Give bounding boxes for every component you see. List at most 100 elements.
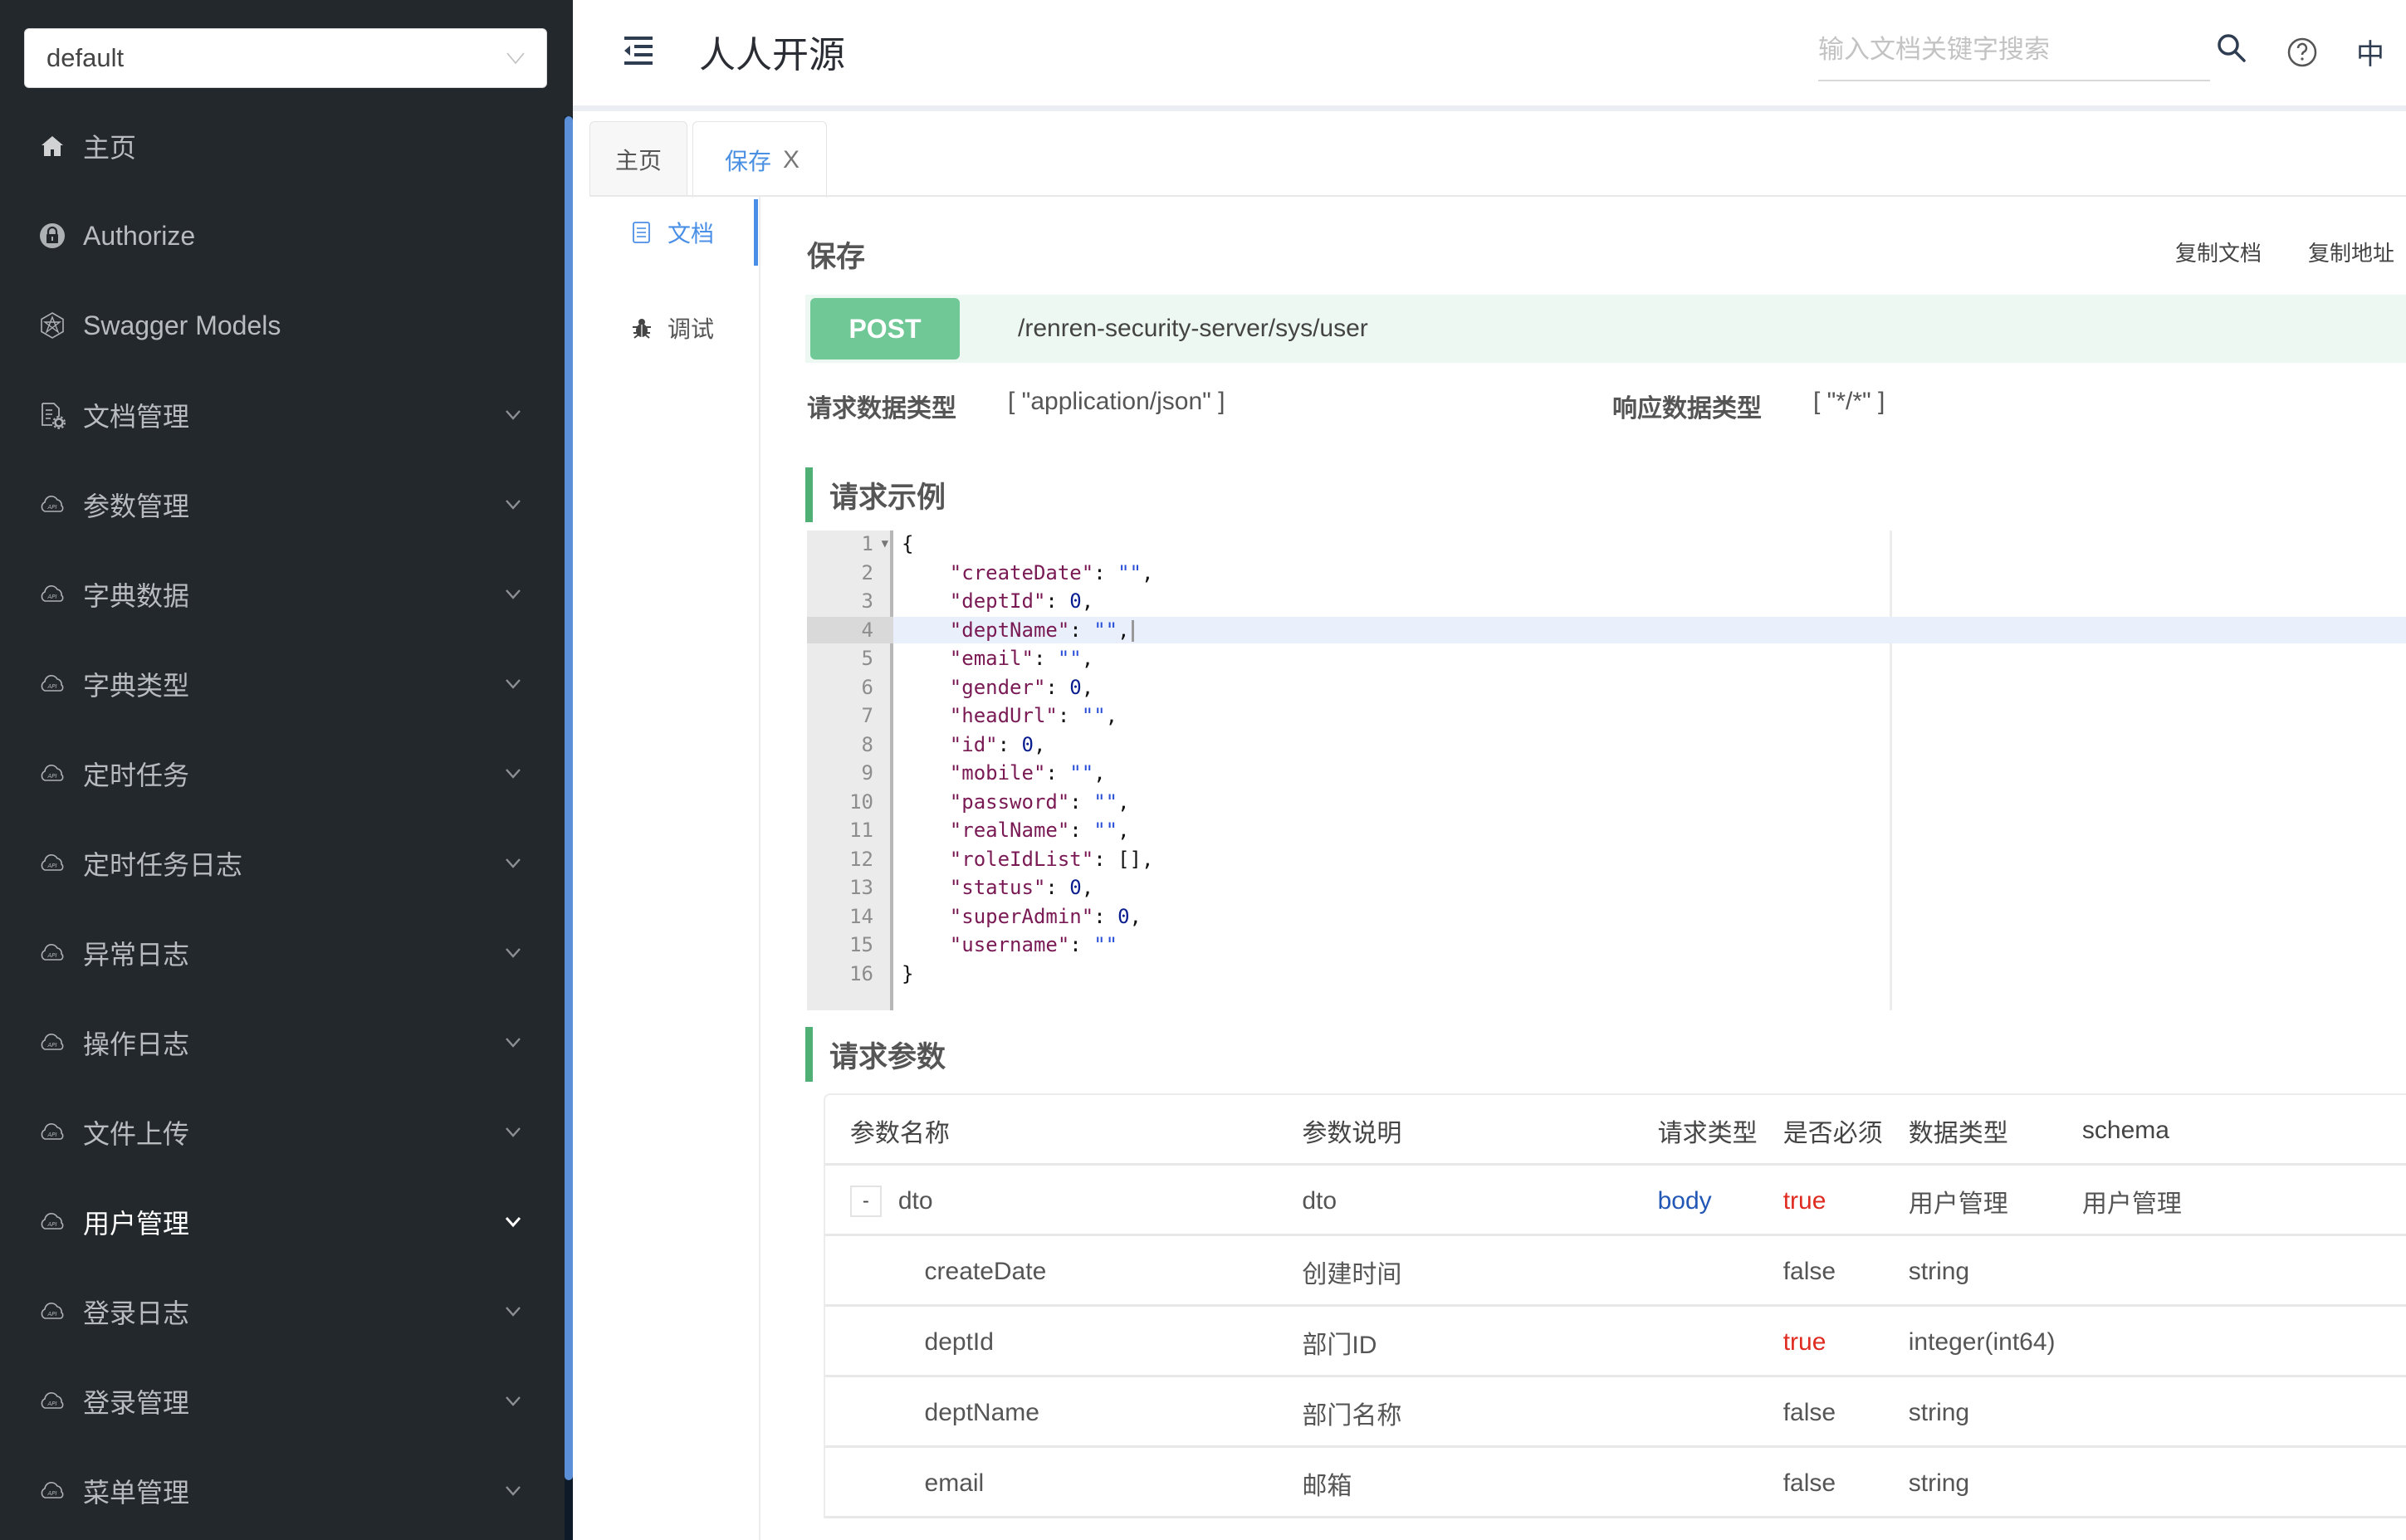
copy-doc-button[interactable]: 复制文档: [2175, 237, 2262, 267]
code-text: "password": "",: [949, 790, 1130, 814]
line-number: 14: [849, 904, 873, 928]
json-key: "username": [949, 933, 1070, 956]
bug-icon: [633, 319, 651, 339]
doc-subnav: 文档 调试: [589, 197, 760, 1540]
request-example-editor[interactable]: 1 ▼{2 "createDate": "", 3 "deptId": 0, 4 "d…: [807, 530, 2406, 1010]
sidebar-item-15[interactable]: API 菜单管理: [0, 1446, 565, 1536]
tab-home[interactable]: 主页: [589, 121, 688, 196]
collapse-menu-icon[interactable]: [619, 32, 656, 68]
chevron-down-icon[interactable]: [505, 1127, 521, 1138]
json-key: "email": [949, 647, 1034, 670]
code-line: 2 "createDate": "",: [807, 560, 2406, 586]
code-text: "roleIdList": [],: [949, 847, 1154, 871]
chevron-down-icon[interactable]: [505, 1306, 521, 1318]
close-icon[interactable]: X: [783, 146, 800, 174]
home-icon: [38, 132, 66, 160]
chevron-down-icon[interactable]: [505, 1216, 521, 1228]
app-title: 人人开源: [699, 35, 845, 76]
request-params-table: 参数名称 参数说明 请求类型 是否必须 数据类型 schema - dto dto body tru…: [824, 1093, 2406, 1518]
sidebar: default 主页 Authorize Swagger Models 文档管理 API…: [0, 0, 573, 1540]
sidebar-scrollbar-thumb[interactable]: [565, 116, 573, 1480]
sidebar-item-8[interactable]: API 定时任务日志: [0, 819, 565, 908]
chevron-down-icon[interactable]: [505, 1485, 521, 1497]
json-key: "deptName": [949, 618, 1070, 642]
table-row: - dto dto body true 用户管理 用户管理: [825, 1166, 2406, 1236]
sidebar-item-11[interactable]: API 文件上传: [0, 1088, 565, 1177]
chevron-down-icon[interactable]: [505, 678, 521, 690]
sidebar-item-label: 定时任务日志: [83, 850, 243, 880]
search-input[interactable]: [1818, 25, 2210, 75]
tab-save[interactable]: 保存 X: [692, 121, 828, 198]
code-text: "email": "",: [949, 647, 1094, 670]
json-key: "deptId": [949, 589, 1046, 613]
collapse-toggle[interactable]: -: [849, 1185, 882, 1217]
sidebar-item-label: 字典数据: [83, 581, 190, 611]
param-desc: 部门名称: [1302, 1401, 1402, 1430]
code-line: 1 ▼ {: [807, 530, 2406, 557]
sidebar-item-0[interactable]: 主页: [0, 101, 565, 191]
subnav-item-document[interactable]: 文档: [631, 216, 714, 249]
sidebar-item-authorize[interactable]: Authorize: [0, 191, 565, 281]
swagger-models-icon: [38, 311, 66, 340]
chevron-down-icon[interactable]: [505, 499, 521, 511]
param-schema: 用户管理: [2081, 1190, 2182, 1218]
copy-url-button[interactable]: 复制地址: [2308, 237, 2394, 267]
sidebar-item-7[interactable]: API 定时任务: [0, 729, 565, 819]
sidebar-item-12[interactable]: API 用户管理: [0, 1177, 565, 1267]
code-line: 6 "gender": 0,: [807, 674, 2406, 701]
json-value: 0: [1069, 589, 1082, 613]
code-line: 13 "status": 0,: [807, 874, 2406, 901]
code-line: 10 "password": "",: [807, 789, 2406, 815]
code-text: "status": 0,: [949, 876, 1094, 899]
sidebar-item-5[interactable]: API 字典数据: [0, 550, 565, 639]
subnav-item-debug[interactable]: 调试: [631, 311, 714, 345]
line-number: 2: [861, 560, 873, 584]
sidebar-item-label: 操作日志: [83, 1029, 190, 1059]
svg-text:API: API: [46, 1221, 56, 1228]
request-type-value: [ "application/json" ]: [1008, 388, 1225, 415]
sidebar-item-13[interactable]: API 登录日志: [0, 1267, 565, 1357]
request-params-title: 请求参数: [805, 1027, 946, 1082]
param-required: true: [1782, 1327, 1827, 1356]
chevron-down-icon[interactable]: [505, 589, 521, 600]
chevron-down-icon[interactable]: [505, 409, 521, 421]
table-header-row: 参数名称 参数说明 请求类型 是否必须 数据类型 schema: [825, 1095, 2406, 1166]
json-key: "headUrl": [949, 704, 1058, 727]
subnav-active-indicator: [754, 199, 758, 266]
line-number: 9: [861, 761, 873, 785]
line-number: 6: [861, 675, 873, 699]
json-value: 0: [1021, 732, 1034, 756]
column-header: 是否必须: [1782, 1119, 1883, 1147]
text-cursor: [1131, 619, 1134, 642]
group-select[interactable]: default: [24, 28, 547, 88]
app-root: default 主页 Authorize Swagger Models 文档管理 API…: [0, 0, 2406, 1540]
code-brace: }: [902, 961, 914, 985]
request-example-title: 请求示例: [805, 467, 946, 522]
sidebar-item-3[interactable]: 文档管理: [0, 370, 565, 460]
code-line: 3 "deptId": 0,: [807, 588, 2406, 614]
sidebar-item-9[interactable]: API 异常日志: [0, 908, 565, 998]
json-key: "gender": [949, 675, 1046, 699]
sidebar-item-10[interactable]: API 操作日志: [0, 998, 565, 1088]
help-icon[interactable]: [2286, 37, 2318, 68]
fold-toggle-icon[interactable]: ▼: [882, 530, 888, 557]
page-tabs: 主页 保存 X: [589, 121, 832, 198]
sidebar-item-label: 登录管理: [83, 1388, 190, 1418]
sidebar-item-14[interactable]: API 登录管理: [0, 1357, 565, 1446]
chevron-down-icon[interactable]: [505, 1396, 521, 1407]
svg-text:API: API: [46, 773, 56, 780]
chevron-down-icon[interactable]: [505, 858, 521, 869]
chevron-down-icon[interactable]: [505, 768, 521, 780]
language-switch[interactable]: 中: [2356, 32, 2384, 72]
chevron-down-icon[interactable]: [505, 1037, 521, 1049]
code-text: {: [893, 532, 913, 555]
sidebar-item-swagger-models[interactable]: Swagger Models: [0, 281, 565, 370]
sidebar-item-6[interactable]: API 字典类型: [0, 639, 565, 729]
chevron-down-icon[interactable]: [505, 947, 521, 959]
code-text: "createDate": "",: [949, 560, 1154, 584]
json-value: "": [1081, 704, 1106, 727]
json-key: "realName": [949, 819, 1070, 842]
sidebar-item-4[interactable]: API 参数管理: [0, 460, 565, 550]
search-icon[interactable]: [2215, 32, 2248, 65]
chevron-down-icon: [506, 52, 525, 64]
